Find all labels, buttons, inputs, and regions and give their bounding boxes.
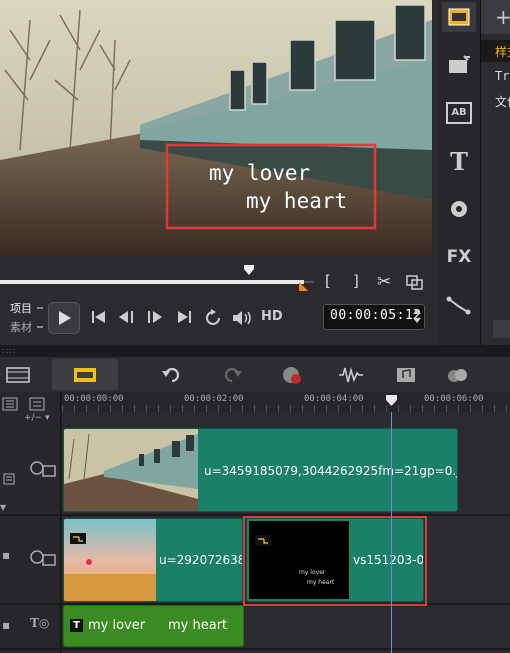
ruler-tick-label: 00:00:00:00 (64, 394, 124, 404)
audio-mixer-icon[interactable] (336, 362, 366, 388)
library-panel: + 样式 Tri 文件 (481, 0, 510, 345)
project-mode-label[interactable]: 项目 (10, 300, 32, 316)
library-row-style[interactable]: 样式 (495, 43, 510, 60)
preview-window[interactable]: my lover my heart (0, 0, 432, 256)
mark-out-button[interactable]: ] (353, 272, 359, 290)
video-clip[interactable]: u=3459185079,3044262925fm=21gp=0.jpg (63, 428, 458, 512)
undo-icon[interactable] (157, 362, 187, 388)
go-to-end-icon[interactable] (176, 309, 194, 325)
track-collapse-icon[interactable]: ▾ (0, 500, 6, 514)
path-icon[interactable] (442, 290, 476, 320)
track-header-column (0, 392, 61, 653)
scrubber-area (0, 256, 432, 298)
hd-toggle[interactable]: HD (261, 309, 283, 324)
repeat-icon[interactable] (204, 309, 222, 327)
timecode-field[interactable]: 00:00:05:12 (323, 304, 425, 330)
library-dropdown[interactable] (493, 320, 510, 338)
media-icon[interactable] (442, 2, 476, 32)
scissors-icon[interactable]: ✂ (377, 272, 391, 292)
track-lock-icon[interactable]: ▪ (2, 548, 10, 562)
track-manager-icon[interactable] (2, 397, 18, 411)
video-track-icon[interactable] (29, 458, 57, 480)
ruler-tick-label: 00:00:04:00 (304, 394, 364, 404)
add-icon[interactable]: + (495, 5, 510, 29)
ruler-tick-label: 00:00:02:00 (184, 394, 244, 404)
timecode-spinner-icon[interactable] (412, 307, 422, 325)
instant-project-icon[interactable] (442, 50, 476, 80)
volume-icon[interactable] (231, 309, 253, 327)
library-topbar: + (481, 0, 510, 34)
time-ruler[interactable]: 00:00:00:00 00:00:02:00 00:00:04:00 00:0… (62, 392, 510, 412)
storyboard-view-icon[interactable] (3, 362, 33, 388)
timeline-view-icon[interactable] (70, 362, 100, 388)
title-clip[interactable]: T my lover my heart (63, 605, 244, 647)
library-category-bar: AB T FX (438, 0, 481, 345)
playhead-handle[interactable] (385, 394, 398, 407)
timecode-value: 00:00:05:12 (330, 308, 422, 323)
graphic-icon[interactable] (442, 194, 476, 224)
title-clip-line2: my heart (168, 618, 228, 633)
scrubber-progress[interactable] (0, 280, 304, 284)
selection-highlight (243, 516, 427, 606)
clip-filename: u=2920726387 (159, 553, 242, 567)
zoom-control-icon[interactable]: +/− ▾ (24, 413, 50, 423)
mode-indicator (37, 326, 43, 328)
clip-thumbnail (64, 429, 198, 511)
play-icon (59, 311, 71, 325)
overlay-track-icon[interactable] (29, 547, 57, 569)
mark-in-button[interactable]: [ (325, 272, 331, 290)
ruler-tick-label: 00:00:06:00 (424, 394, 484, 404)
copy-icon[interactable] (406, 275, 424, 291)
preview-caption-line1: my lover (209, 161, 310, 185)
auto-music-icon[interactable] (392, 362, 422, 388)
chapter-icon[interactable] (29, 397, 49, 411)
title-track-icon[interactable]: T◎ (30, 616, 49, 630)
go-to-start-icon[interactable] (90, 309, 108, 325)
transition-icon[interactable]: AB (442, 98, 476, 128)
track-visibility-icon[interactable] (0, 472, 18, 488)
mode-indicator (37, 307, 43, 309)
title-clip-icon: T (70, 619, 83, 632)
redo-icon[interactable] (217, 362, 247, 388)
track-separator (0, 648, 510, 650)
play-button[interactable] (48, 302, 80, 334)
clip-mode-label[interactable]: 素材 (10, 319, 32, 335)
panel-divider[interactable]: :::: (0, 345, 510, 357)
title-clip-line1: my lover (88, 618, 146, 633)
library-row-tri[interactable]: Tri (495, 69, 510, 83)
next-frame-icon[interactable] (146, 309, 166, 325)
overlay-clip[interactable]: u=2920726387 (63, 518, 243, 602)
scrubber-handle[interactable] (243, 264, 255, 276)
trim-marker[interactable] (299, 282, 309, 292)
fx-icon[interactable]: FX (442, 242, 476, 272)
title-track-lock-icon[interactable]: ▪ (2, 618, 10, 632)
record-capture-icon[interactable] (278, 362, 308, 388)
clip-filename: u=3459185079,3044262925fm=21gp=0.jpg (204, 464, 458, 478)
library-row-file[interactable]: 文件 (495, 93, 510, 110)
playhead-line[interactable] (391, 412, 392, 653)
preview-caption-line2: my heart (246, 189, 347, 213)
title-icon[interactable]: T (442, 146, 476, 176)
more-tools-icon[interactable] (500, 362, 510, 388)
previous-frame-icon[interactable] (117, 309, 137, 325)
motion-tracking-icon[interactable] (443, 362, 473, 388)
clip-thumbnail (64, 519, 156, 601)
